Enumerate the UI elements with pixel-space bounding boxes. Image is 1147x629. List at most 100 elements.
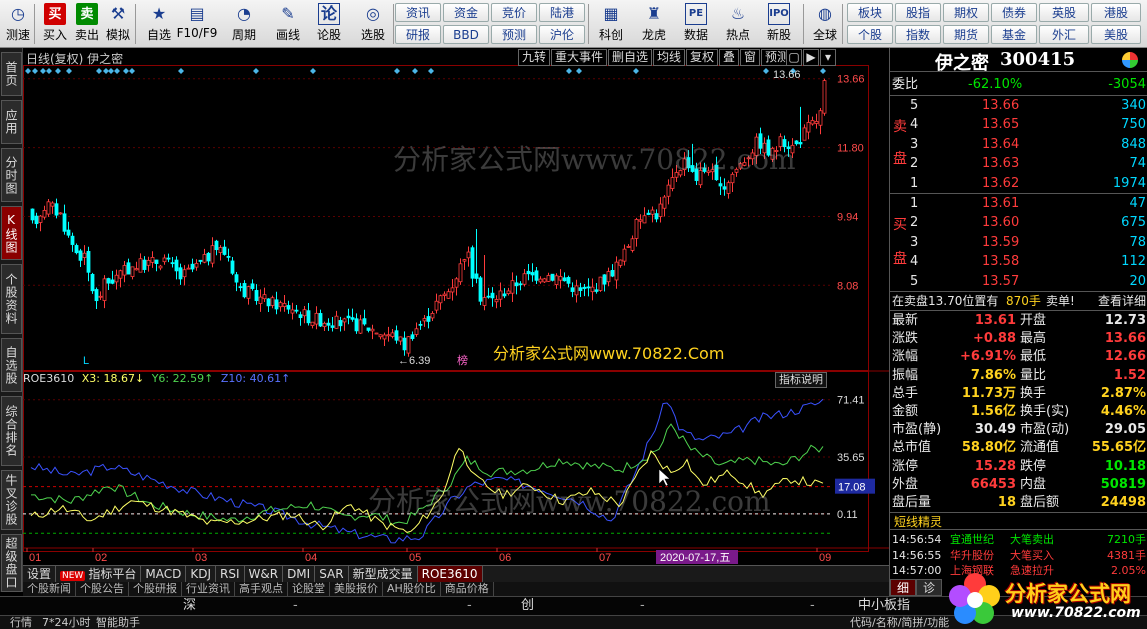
info-tab[interactable]: 美股报价 [330,582,383,596]
left-tab[interactable]: K线图 [1,206,22,260]
pe-data-button[interactable]: PE 数据 [679,3,713,45]
quote-tab[interactable]: 诊 [916,579,943,596]
indicator-tab[interactable]: 设置 [23,566,57,582]
stock-pick-button[interactable]: ◎ 选股 [356,3,390,45]
indicator-tab[interactable]: SAR [315,566,349,582]
toolbar-link-button[interactable]: 指数 [895,25,941,44]
dragon-tiger-button[interactable]: ♜ 龙虎 [637,3,671,45]
star-button[interactable]: ★ 自选 [142,3,176,45]
buy-order-row[interactable]: 1 13.61 47 [890,194,1147,213]
sell-order-row[interactable]: 1 13.62 1974 [890,174,1147,193]
hot-button[interactable]: ♨ 热点 [721,3,755,45]
indicator-tab[interactable]: RSI [216,566,245,582]
indicator-tab[interactable]: MACD [141,566,187,582]
info-tab[interactable]: 个股公告 [76,582,129,596]
info-tab[interactable]: 个股新闻 [23,582,76,596]
buy-button[interactable]: 买买入 [38,3,72,45]
indicator-tab[interactable]: KDJ [186,566,216,582]
quote-tab[interactable]: 细 [890,579,917,596]
toolbar-link-button[interactable]: 英股 [1039,3,1089,22]
info-tab[interactable]: 行业资讯 [182,582,235,596]
short-term-elf-row[interactable]: 14:57:00 上海钢联 急速拉升 2.05% [890,563,1147,578]
market-index[interactable]: 创 [521,597,534,615]
kline-chart-area[interactable]: 13.66 11.80 9.94 8.08 13.66 ←6.39 L 榜 71.41 35.65… [23,48,889,565]
globe-button[interactable]: ◍ 全球 [808,3,842,45]
left-tab[interactable]: 牛叉诊股 [1,470,22,530]
info-tab[interactable]: 论股堂 [288,582,330,596]
kline-tool-button[interactable]: 九转 [518,49,550,66]
sell-order-row[interactable]: 3 13.64 848 [890,135,1147,154]
toolbar-link-button[interactable]: 期权 [943,3,989,22]
sell-button[interactable]: 卖卖出 [70,3,104,45]
toolbar-link-button[interactable]: 基金 [991,25,1037,44]
short-term-elf-row[interactable]: 14:56:55 华升股份 大笔买入 4381手 [890,548,1147,563]
toolbar-link-button[interactable]: 资金 [443,3,489,22]
status-item[interactable]: 7*24小时 [42,616,91,629]
info-tab[interactable]: AH股价比 [383,582,441,596]
expand-icon[interactable]: ▶ [803,49,819,66]
ipo-button[interactable]: IPO 新股 [762,3,796,45]
f10-button[interactable]: ▤ F10/F9 [177,3,218,45]
toolbar-link-button[interactable]: 竞价 [491,3,537,22]
left-tab[interactable]: 分时图 [1,148,22,202]
view-detail-link[interactable]: 查看详细 [1098,292,1146,310]
toolbar-link-button[interactable]: 个股 [847,25,893,44]
toolbar-link-button[interactable]: 股指 [895,3,941,22]
status-item[interactable]: 智能助手 [96,616,140,629]
toolbar-link-button[interactable]: 陆港 [539,3,585,22]
left-tab[interactable]: 超级盘口 [1,534,22,592]
indicator-tab[interactable]: W&R [245,566,284,582]
kline-tool-button[interactable]: 均线 [653,49,685,66]
toolbar-link-button[interactable]: 期货 [943,25,989,44]
buy-order-row[interactable]: 5 13.57 20 [890,272,1147,291]
period-button[interactable]: ◔ 周期 [227,3,261,45]
short-term-elf-row[interactable]: 14:56:54 宜通世纪 大笔卖出 7210手 [890,532,1147,547]
left-tab[interactable]: 首页 [1,52,22,96]
toolbar-link-button[interactable]: 板块 [847,3,893,22]
window-icon[interactable]: ▢ [786,49,802,66]
indicator-tab[interactable]: ROE3610 [417,566,483,582]
star-market-button[interactable]: ▦ 科创 [594,3,628,45]
toolbar-link-button[interactable]: 预测 [491,25,537,44]
clock-button[interactable]: ◷ 测速 [1,3,35,45]
indicator-explain-button[interactable]: 指标说明 [775,372,827,388]
buy-order-row[interactable]: 4 13.58 112 [890,252,1147,271]
toolbar-link-button[interactable]: 债券 [991,3,1037,22]
dropdown-icon[interactable]: ▾ [820,49,836,66]
sell-order-row[interactable]: 4 13.65 750 [890,115,1147,134]
sell-order-row[interactable]: 5 13.66 340 [890,96,1147,115]
pencil-button[interactable]: ✎ 画线 [271,3,305,45]
status-item[interactable]: 行情 [10,616,32,629]
toolbar-link-button[interactable]: BBD [443,25,489,44]
color-wheel-icon[interactable] [1122,52,1138,68]
toolbar-link-button[interactable]: 沪伦 [539,25,585,44]
left-tab[interactable]: 综合排名 [1,396,22,466]
kline-tool-button[interactable]: 重大事件 [551,49,607,66]
toolbar-link-button[interactable]: 研报 [395,25,441,44]
kline-tool-button[interactable]: 窗 [740,49,760,66]
left-tab[interactable]: 应用 [1,100,22,144]
sell-order-row[interactable]: 2 13.63 74 [890,154,1147,173]
toolbar-link-button[interactable]: 外汇 [1039,25,1089,44]
kline-tool-button[interactable]: 删自选 [608,49,652,66]
left-tab[interactable]: 自选股 [1,338,22,392]
kline-tool-button[interactable]: 叠 [719,49,739,66]
buy-order-row[interactable]: 2 13.60 675 [890,213,1147,232]
info-tab[interactable]: 个股研报 [129,582,182,596]
toolbar-link-button[interactable]: 资讯 [395,3,441,22]
indicator-tab[interactable]: DMI [283,566,316,582]
hammer-button[interactable]: ⚒ 模拟 [101,3,135,45]
toolbar-link-button[interactable]: 港股 [1091,3,1141,22]
toolbar-link-button[interactable]: 美股 [1091,25,1141,44]
market-index[interactable]: 中小板指 [858,597,910,615]
discuss-button[interactable]: 论论股 [312,3,346,45]
buy-order-row[interactable]: 3 13.59 78 [890,233,1147,252]
search-code-input[interactable]: 代码/名称/简拼/功能 [850,616,949,629]
indicator-tab[interactable]: 新型成交量 [349,566,418,582]
info-tab[interactable]: 商品价格 [441,582,494,596]
kline-tool-button[interactable]: 复权 [686,49,718,66]
left-tab[interactable]: 个股资料 [1,264,22,334]
indicator-tab[interactable]: NEW 指标平台 [56,566,142,582]
info-tab[interactable]: 高手观点 [235,582,288,596]
market-index[interactable]: 深 [183,597,196,615]
